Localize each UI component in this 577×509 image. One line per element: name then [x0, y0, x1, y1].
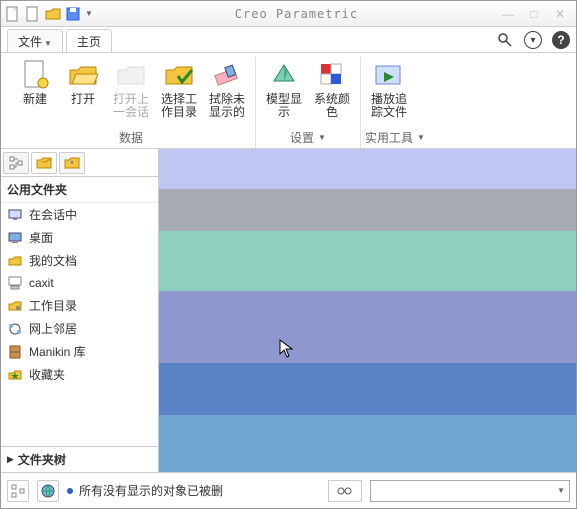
folder-gear-icon: [7, 298, 23, 314]
open-button[interactable]: 打开: [59, 57, 107, 127]
group-util-label[interactable]: 实用工具▼: [365, 127, 425, 148]
status-tree-button[interactable]: [7, 480, 29, 502]
erase-label: 拭除未显示的: [205, 93, 249, 119]
new-blank-icon[interactable]: [25, 6, 41, 22]
chevron-icon[interactable]: ▾: [524, 31, 542, 49]
ribbon-group-utilities: 播放追踪文件 实用工具▼: [361, 57, 429, 148]
sidebar-tab-tree[interactable]: [3, 152, 29, 174]
search-icon[interactable]: [496, 31, 514, 49]
network-icon: [7, 321, 23, 337]
maximize-button[interactable]: □: [526, 6, 542, 22]
graphics-canvas[interactable]: [159, 149, 576, 472]
open-folder-icon: [67, 59, 99, 91]
star-folder-icon: [7, 367, 23, 383]
sidebar-item-working-dir[interactable]: 工作目录: [1, 294, 158, 317]
ribbon-group-settings: 模型显示 系统颜色 设置▼: [256, 57, 361, 148]
folder-open-icon: [7, 253, 23, 269]
sidebar-item-computer[interactable]: caxit: [1, 272, 158, 294]
open-last-label: 打开上一会话: [109, 93, 153, 119]
desktop-icon: [7, 230, 23, 246]
find-button[interactable]: [328, 480, 362, 502]
sidebar-item-network[interactable]: 网上邻居: [1, 317, 158, 340]
sidebar-item-in-session[interactable]: 在会话中: [1, 203, 158, 226]
erase-not-displayed-button[interactable]: 拭除未显示的: [203, 57, 251, 127]
monitor-icon: [7, 207, 23, 223]
new-icon[interactable]: [5, 6, 21, 22]
main-area: * 公用文件夹 在会话中 桌面 我的文档 caxit 工作目录 网上邻居 Man…: [1, 149, 576, 472]
sidebar-list: 在会话中 桌面 我的文档 caxit 工作目录 网上邻居 Manikin 库 收…: [1, 203, 158, 446]
model-display-label: 模型显示: [262, 93, 306, 119]
sidebar-item-label: 网上邻居: [29, 320, 77, 337]
colors-icon: [316, 59, 348, 91]
chevron-down-icon: ▼: [557, 486, 565, 495]
save-icon[interactable]: [65, 6, 81, 22]
cabinet-icon: [7, 344, 23, 360]
sidebar-folder-tree-toggle[interactable]: ▶ 文件夹树: [1, 446, 158, 472]
select-wd-label: 选择工作目录: [157, 93, 201, 119]
sidebar-item-label: caxit: [29, 276, 54, 290]
sidebar-item-manikin[interactable]: Manikin 库: [1, 340, 158, 363]
status-text: 所有没有显示的对象已被删: [79, 482, 223, 499]
close-button[interactable]: ✕: [552, 6, 568, 22]
expand-icon: ▶: [7, 454, 14, 465]
svg-text:*: *: [70, 159, 74, 169]
sidebar-item-label: 工作目录: [29, 297, 77, 314]
sidebar-tab-folders[interactable]: [31, 152, 57, 174]
folder-check-icon: [163, 59, 195, 91]
open-icon[interactable]: [45, 6, 61, 22]
ribbon: 新建 打开 打开上一会话 选择工作目录 拭除未显示的 数据: [1, 53, 576, 149]
status-message: 所有没有显示的对象已被删: [67, 482, 320, 499]
sidebar-item-label: Manikin 库: [29, 343, 86, 360]
sidebar-tabs: *: [1, 149, 158, 177]
window-buttons: — □ ✕: [500, 6, 568, 22]
open-button-label: 打开: [71, 93, 95, 119]
group-settings-label[interactable]: 设置▼: [260, 127, 356, 148]
sidebar-item-label: 桌面: [29, 229, 53, 246]
sidebar-item-label: 收藏夹: [29, 366, 65, 383]
sidebar-item-label: 我的文档: [29, 252, 77, 269]
sidebar-footer-label: 文件夹树: [18, 451, 66, 468]
qat-dropdown-icon[interactable]: ▼: [85, 9, 93, 18]
sidebar-item-documents[interactable]: 我的文档: [1, 249, 158, 272]
status-bar: 所有没有显示的对象已被删 ▼: [1, 472, 576, 508]
sidebar-item-label: 在会话中: [29, 206, 77, 223]
system-colors-button[interactable]: 系统颜色: [308, 57, 356, 127]
sidebar-item-favorites[interactable]: 收藏夹: [1, 363, 158, 386]
play-trail-button[interactable]: 播放追踪文件: [365, 57, 413, 127]
tab-file[interactable]: 文件▼: [7, 29, 63, 52]
sys-colors-label: 系统颜色: [310, 93, 354, 119]
new-doc-icon: [19, 59, 51, 91]
minimize-button[interactable]: —: [500, 6, 516, 22]
tab-home[interactable]: 主页: [66, 29, 112, 52]
eraser-icon: [211, 59, 243, 91]
status-dot-icon: [67, 488, 73, 494]
select-working-dir-button[interactable]: 选择工作目录: [155, 57, 203, 127]
play-trail-label: 播放追踪文件: [367, 93, 411, 119]
help-icon[interactable]: ?: [552, 31, 570, 49]
filter-dropdown[interactable]: ▼: [370, 480, 570, 502]
tab-home-label: 主页: [77, 35, 101, 49]
model-display-button[interactable]: 模型显示: [260, 57, 308, 127]
title-bar: ▼ Creo Parametric — □ ✕: [1, 1, 576, 27]
open-last-icon: [115, 59, 147, 91]
quick-access-toolbar: ▼: [5, 6, 93, 22]
computer-icon: [7, 275, 23, 291]
ribbon-tabs: 文件▼ 主页 ▾ ?: [1, 27, 576, 53]
sidebar: * 公用文件夹 在会话中 桌面 我的文档 caxit 工作目录 网上邻居 Man…: [1, 149, 159, 472]
play-trail-icon: [373, 59, 405, 91]
ribbon-group-data: 新建 打开 打开上一会话 选择工作目录 拭除未显示的 数据: [7, 57, 256, 148]
sidebar-item-desktop[interactable]: 桌面: [1, 226, 158, 249]
open-last-session-button[interactable]: 打开上一会话: [107, 57, 155, 127]
model-display-icon: [268, 59, 300, 91]
sidebar-tab-favorites[interactable]: *: [59, 152, 85, 174]
status-browser-button[interactable]: [37, 480, 59, 502]
new-button[interactable]: 新建: [11, 57, 59, 127]
app-title: Creo Parametric: [93, 7, 500, 21]
new-button-label: 新建: [23, 93, 47, 119]
tab-file-label: 文件: [18, 35, 42, 49]
group-data-label: 数据: [11, 127, 251, 148]
sidebar-header: 公用文件夹: [1, 177, 158, 203]
